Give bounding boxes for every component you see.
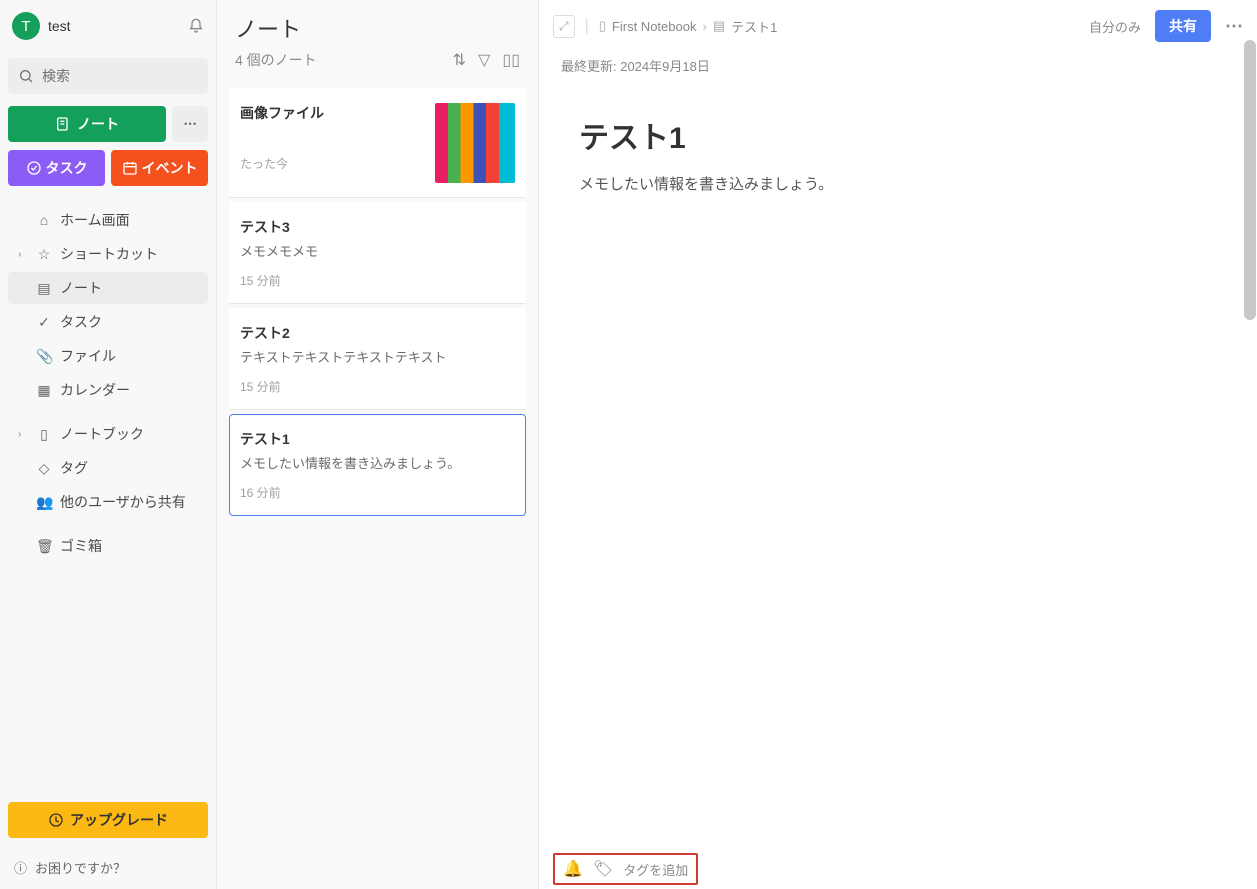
note-card-title: テスト3 [240, 217, 515, 237]
star-icon: ☆ [36, 246, 52, 263]
notebook-breadcrumb-icon: ▯ [599, 18, 606, 34]
trash-icon: 🗑 [36, 538, 52, 555]
nav-shortcuts[interactable]: ›☆ショートカット [8, 238, 208, 270]
new-task-button[interactable]: タスク [8, 150, 105, 186]
nav-shared[interactable]: ›👥他のユーザから共有 [8, 486, 208, 518]
scrollbar-thumb[interactable] [1244, 40, 1256, 320]
note-card-title: 画像ファイル [240, 103, 427, 123]
editor-panel: ⤢ | ▯ First Notebook › ▤ テスト1 自分のみ 共有 ⋯ … [539, 0, 1257, 889]
upgrade-icon [48, 812, 64, 828]
task-icon [26, 160, 42, 176]
sidebar-nav: ›⌂ホーム画面 ›☆ショートカット ›▤ノート ›✓タスク ›📎ファイル ›▦カ… [8, 204, 208, 802]
help-icon: ⓘ [14, 858, 27, 877]
sidebar: T test 検索 ノート ⋯ タスク イベント [0, 0, 217, 889]
view-icon[interactable]: ▯▯ [502, 50, 520, 70]
calendar-nav-icon: ▦ [36, 382, 52, 399]
add-tag-button[interactable]: タグを追加 [623, 860, 688, 879]
note-card[interactable]: テスト2 テキストテキストテキストテキスト 15 分前 [229, 308, 526, 410]
tag-bar: 🔔 🏷 タグを追加 [553, 853, 698, 885]
note-count: 4 個のノート [235, 50, 317, 70]
breadcrumb: ▯ First Notebook › ▤ テスト1 [599, 17, 778, 36]
editor-toolbar: ⤢ | ▯ First Notebook › ▤ テスト1 自分のみ 共有 ⋯ [539, 0, 1257, 52]
tag-add-icon[interactable]: 🏷 [593, 859, 613, 879]
visibility-label[interactable]: 自分のみ [1089, 17, 1141, 36]
username: test [48, 18, 180, 34]
reminder-icon[interactable]: 🔔 [563, 859, 583, 879]
check-icon: ✓ [36, 314, 52, 331]
note-card[interactable]: テスト1 メモしたい情報を書き込みましょう。 16 分前 [229, 414, 526, 516]
search-input[interactable]: 検索 [8, 58, 208, 94]
nav-tags[interactable]: ›◇タグ [8, 452, 208, 484]
last-updated: 最終更新: 2024年9月18日 [539, 52, 1257, 93]
nav-notes[interactable]: ›▤ノート [8, 272, 208, 304]
note-card-title: テスト1 [240, 429, 515, 449]
breadcrumb-notebook[interactable]: First Notebook [612, 19, 697, 34]
note-icon: ▤ [36, 280, 52, 297]
note-plus-icon [55, 116, 71, 132]
note-list-panel: ノート 4 個のノート ⇅ ▽ ▯▯ 画像ファイルたった今テスト3 メモメモメモ 1… [217, 0, 539, 889]
avatar[interactable]: T [12, 12, 40, 40]
new-event-button[interactable]: イベント [111, 150, 208, 186]
nav-trash[interactable]: ›🗑ゴミ箱 [8, 530, 208, 562]
note-card-snippet: メモしたい情報を書き込みましょう。 [240, 453, 515, 472]
nav-home[interactable]: ›⌂ホーム画面 [8, 204, 208, 236]
nav-tasks[interactable]: ›✓タスク [8, 306, 208, 338]
sort-icon[interactable]: ⇅ [453, 50, 466, 70]
note-card-snippet [240, 127, 427, 143]
note-title-input[interactable]: テスト1 [579, 113, 1217, 157]
note-card[interactable]: 画像ファイルたった今 [229, 88, 526, 198]
scrollbar-track[interactable] [1244, 40, 1256, 889]
search-icon [18, 68, 34, 84]
note-card[interactable]: テスト3 メモメモメモ 15 分前 [229, 202, 526, 304]
nav-notebooks[interactable]: ›▯ノートブック [8, 418, 208, 450]
note-card-snippet: テキストテキストテキストテキスト [240, 347, 515, 366]
note-card-time: 16 分前 [240, 484, 515, 501]
clip-icon: 📎 [36, 348, 52, 365]
tag-icon: ◇ [36, 460, 52, 477]
search-placeholder: 検索 [42, 66, 70, 86]
notifications-icon[interactable] [188, 17, 204, 35]
share-button[interactable]: 共有 [1155, 10, 1211, 42]
calendar-icon [122, 160, 138, 176]
note-card-time: 15 分前 [240, 272, 515, 289]
nav-files[interactable]: ›📎ファイル [8, 340, 208, 372]
account-section[interactable]: T test [8, 8, 208, 44]
note-card-time: たった今 [240, 155, 427, 172]
editor-body[interactable]: テスト1 メモしたい情報を書き込みましょう。 [539, 93, 1257, 889]
note-body-input[interactable]: メモしたい情報を書き込みましょう。 [579, 173, 1217, 194]
note-thumbnail [435, 103, 515, 183]
new-note-button[interactable]: ノート [8, 106, 166, 142]
notebook-icon: ▯ [36, 426, 52, 443]
note-card-time: 15 分前 [240, 378, 515, 395]
upgrade-button[interactable]: アップグレード [8, 802, 208, 838]
note-breadcrumb-icon: ▤ [713, 18, 725, 34]
expand-icon[interactable]: ⤢ [553, 15, 575, 38]
note-list-title: ノート [235, 12, 520, 44]
filter-icon[interactable]: ▽ [478, 50, 490, 70]
home-icon: ⌂ [36, 212, 52, 228]
people-icon: 👥 [36, 494, 52, 511]
note-card-snippet: メモメモメモ [240, 241, 515, 260]
note-card-title: テスト2 [240, 323, 515, 343]
help-link[interactable]: ⓘ お困りですか？ [8, 852, 208, 885]
nav-calendar[interactable]: ›▦カレンダー [8, 374, 208, 406]
breadcrumb-note[interactable]: テスト1 [731, 17, 777, 36]
new-more-button[interactable]: ⋯ [172, 106, 208, 142]
editor-more-icon[interactable]: ⋯ [1225, 16, 1243, 37]
